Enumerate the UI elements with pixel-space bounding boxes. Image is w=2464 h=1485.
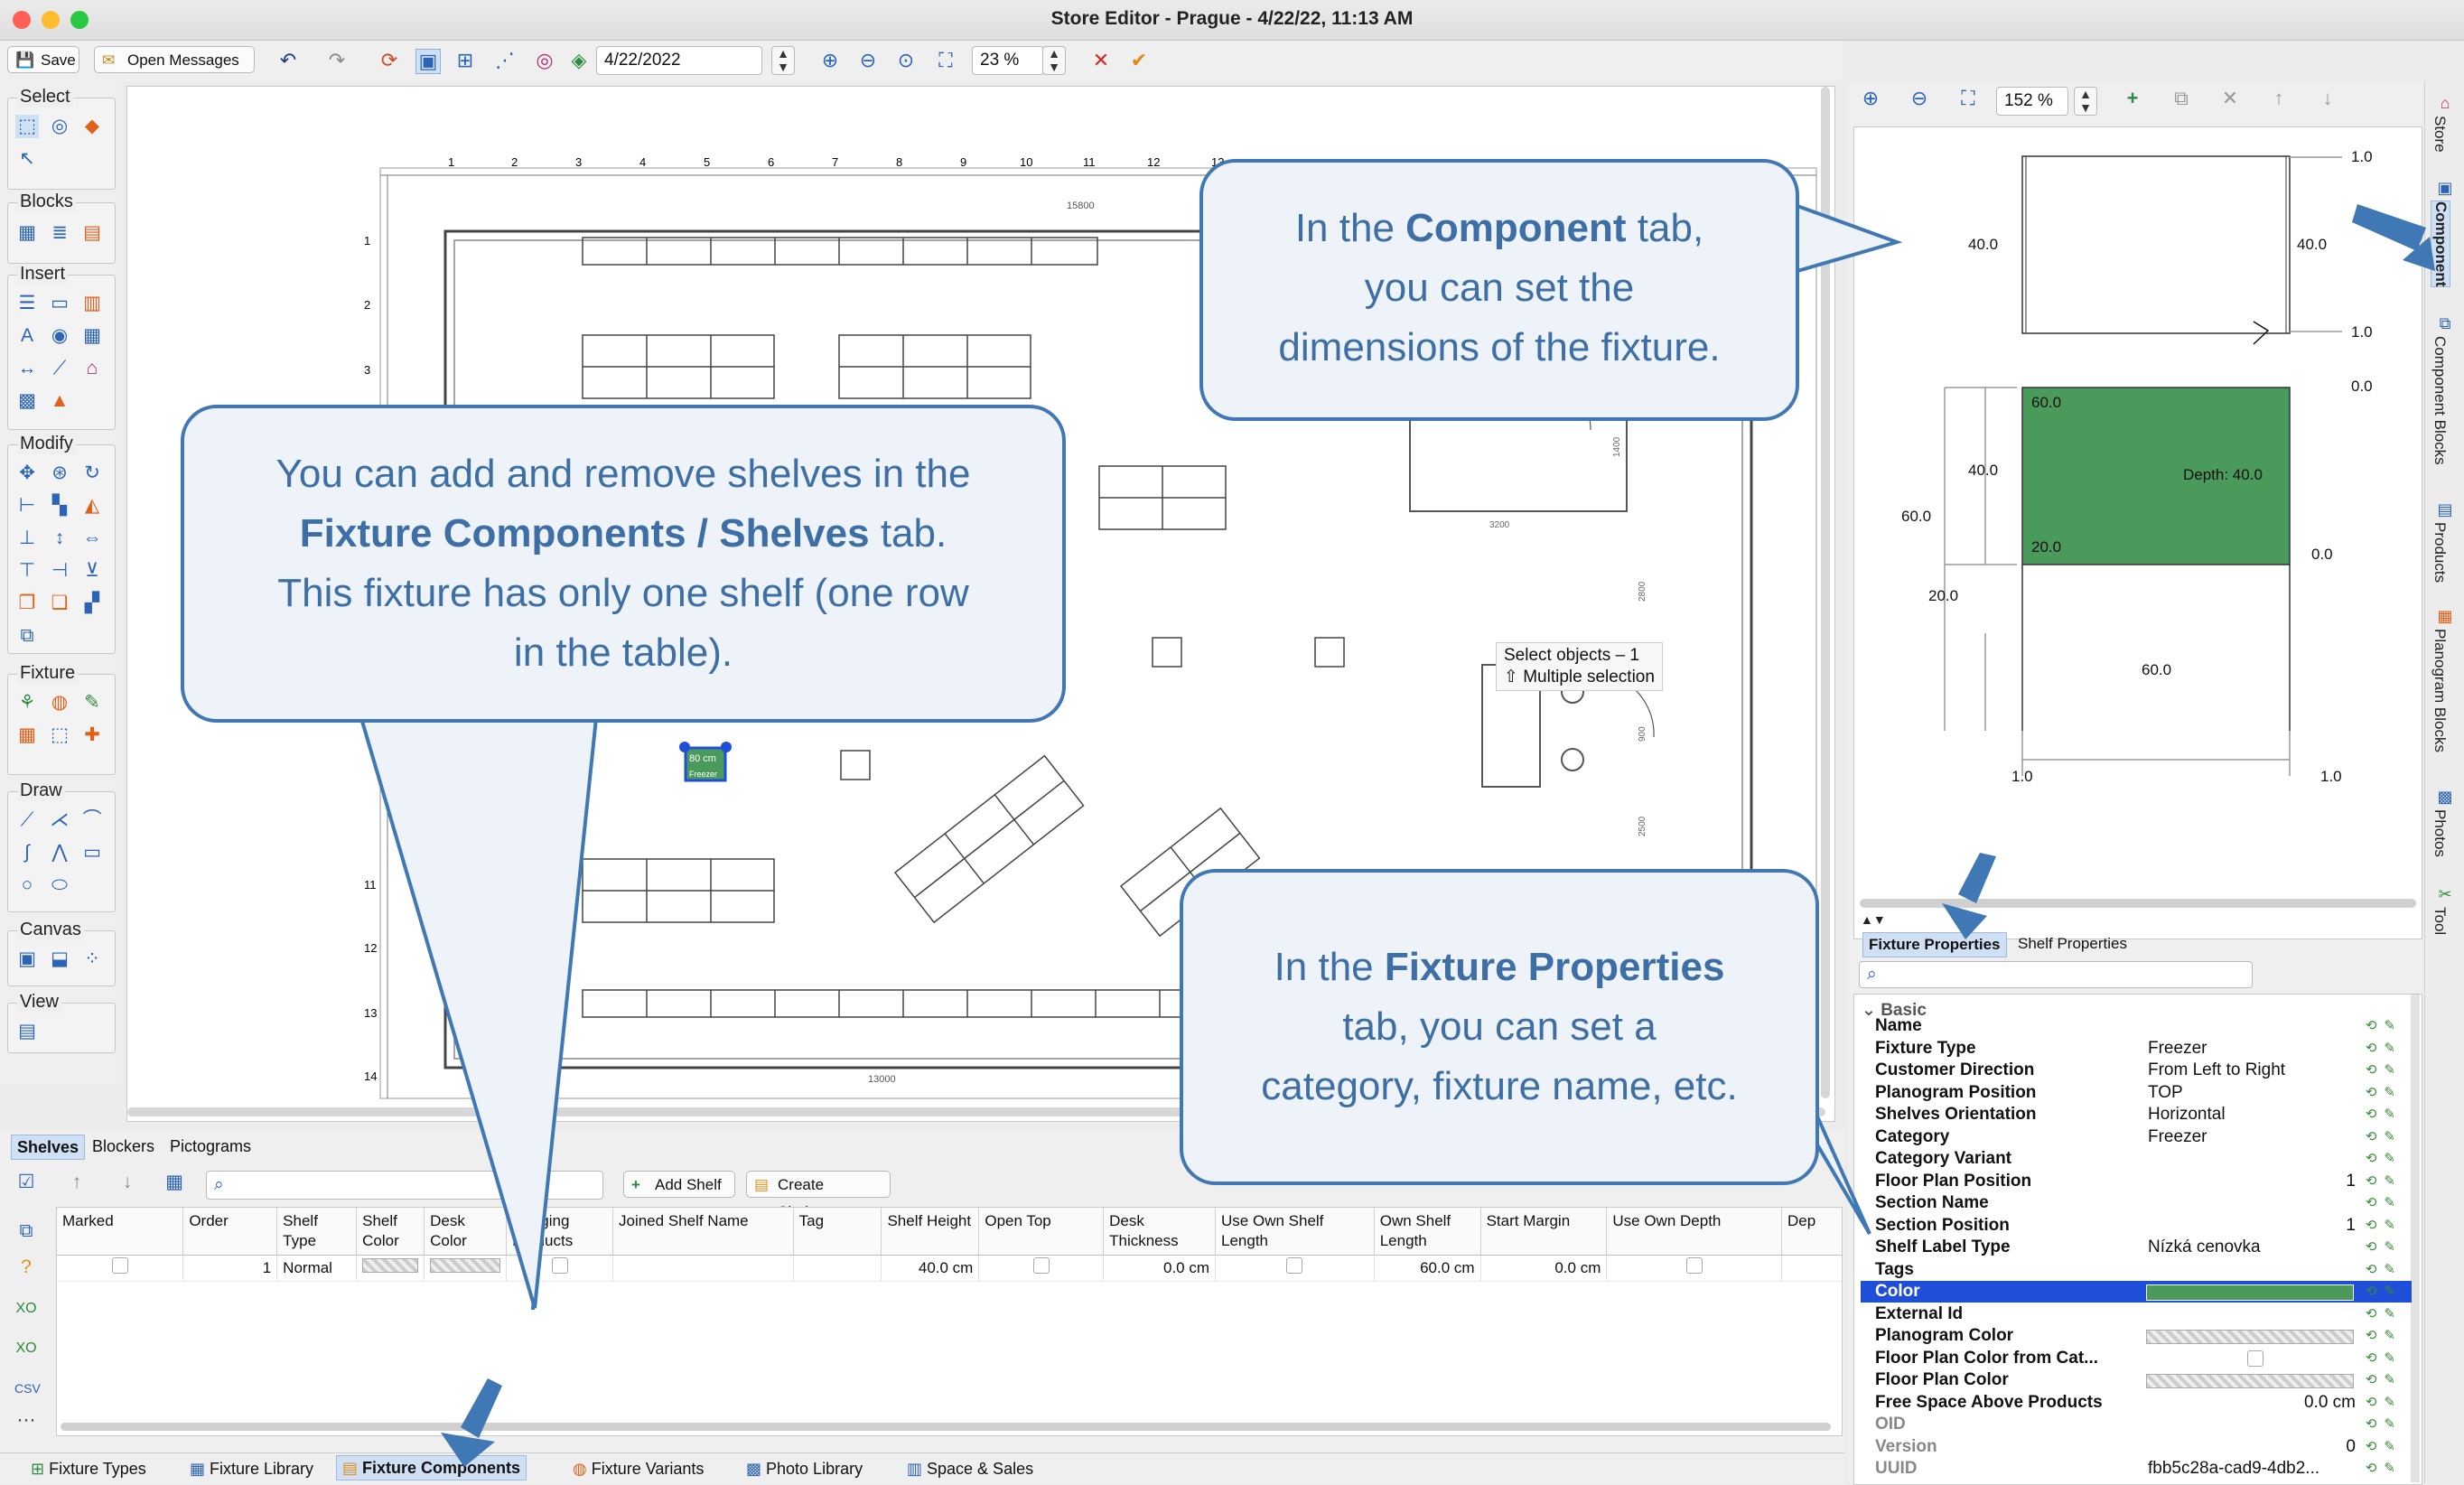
pointer-arrows [441,204,2435,1467]
arrow-to-fixture-properties [1958,853,1996,903]
arrow-to-fixture-components [461,1378,502,1438]
arrow-to-component-tab [2352,204,2426,251]
arrow-head [441,1433,495,1467]
arrow-head [1942,903,1987,939]
